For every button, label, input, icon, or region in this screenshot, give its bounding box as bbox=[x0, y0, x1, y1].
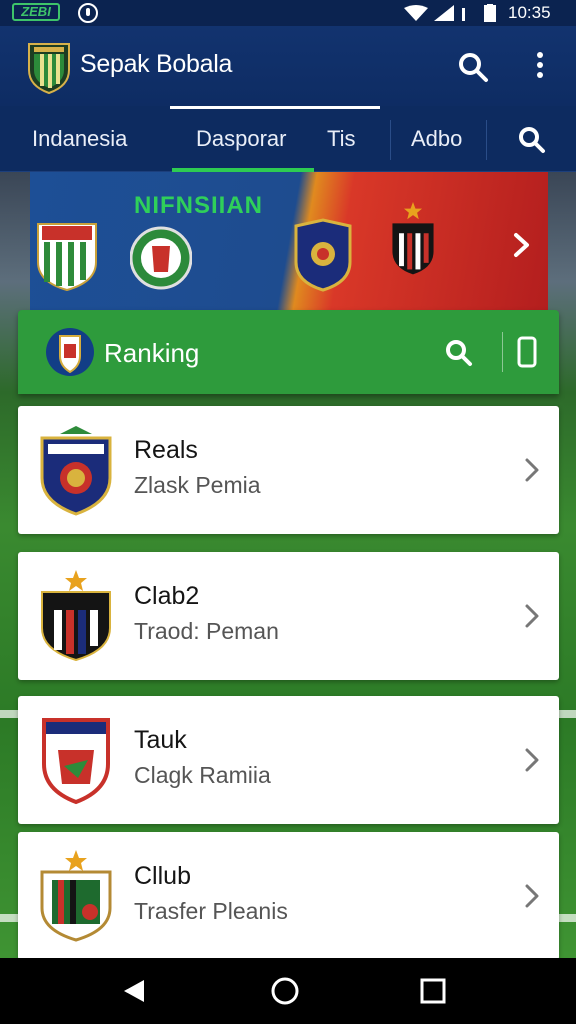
app-bar: Sepak Bobala bbox=[0, 26, 576, 106]
system-nav-bar bbox=[0, 958, 576, 1024]
notification-icon bbox=[78, 3, 98, 23]
club-crest-icon bbox=[37, 223, 97, 292]
club-name: Tauk bbox=[134, 726, 187, 754]
tab-adbo[interactable]: Adbo bbox=[411, 126, 462, 152]
list-item[interactable]: Tauk Clagk Ramiia bbox=[18, 696, 559, 824]
app-title: Sepak Bobala bbox=[80, 50, 233, 78]
club-logo-icon[interactable] bbox=[26, 40, 72, 94]
header-divider bbox=[502, 332, 503, 372]
tab-tis[interactable]: Tis bbox=[327, 126, 356, 152]
ranking-header: Ranking bbox=[18, 310, 559, 394]
club-subtitle: Traod: Peman bbox=[134, 618, 279, 644]
list-item[interactable]: Reals Zlask Pemia bbox=[18, 406, 559, 534]
back-icon[interactable] bbox=[118, 976, 148, 1006]
list-item[interactable]: Clab2 Traod: Peman bbox=[18, 552, 559, 680]
club-name: Clab2 bbox=[134, 582, 200, 610]
tab-dasporar[interactable]: Dasporar bbox=[196, 126, 286, 152]
chevron-right-icon bbox=[525, 748, 539, 772]
tab-indanesia[interactable]: Indanesia bbox=[32, 126, 127, 152]
club-crest-icon bbox=[392, 202, 434, 275]
club-crest-icon bbox=[130, 226, 192, 290]
club-crest-icon bbox=[40, 426, 112, 516]
tab-divider bbox=[390, 120, 391, 160]
club-crest-icon bbox=[40, 850, 112, 942]
banner-title: NIFNSIIAN bbox=[134, 192, 263, 219]
match-banner[interactable]: NIFNSIIAN bbox=[30, 172, 548, 310]
home-icon[interactable] bbox=[270, 976, 300, 1006]
tab-bar: Indanesia Dasporar Tis Adbo bbox=[0, 106, 576, 172]
search-icon[interactable] bbox=[516, 124, 546, 154]
recent-apps-icon[interactable] bbox=[418, 976, 448, 1006]
club-name: Cllub bbox=[134, 862, 191, 890]
chevron-right-icon[interactable] bbox=[510, 232, 534, 258]
club-subtitle: Trasfer Pleanis bbox=[134, 898, 288, 924]
chevron-right-icon bbox=[525, 884, 539, 908]
more-vertical-icon[interactable] bbox=[532, 48, 548, 84]
search-icon[interactable] bbox=[456, 50, 490, 84]
list-item[interactable]: Cllub Trasfer Pleanis bbox=[18, 832, 559, 960]
club-subtitle: Clagk Ramiia bbox=[134, 762, 271, 788]
status-time: 10:35 bbox=[508, 3, 551, 22]
club-crest-icon bbox=[294, 218, 352, 292]
ranking-logo-icon bbox=[46, 328, 94, 376]
status-badge: ZEBI bbox=[12, 3, 60, 21]
club-crest-icon bbox=[41, 570, 111, 662]
status-bar: ZEBI 10:35 bbox=[0, 0, 576, 26]
chevron-right-icon bbox=[525, 604, 539, 628]
signal-wifi-battery-icon bbox=[404, 4, 496, 22]
club-subtitle: Zlask Pemia bbox=[134, 472, 261, 498]
chevron-right-icon bbox=[525, 458, 539, 482]
club-name: Reals bbox=[134, 436, 198, 464]
club-crest-icon bbox=[42, 718, 110, 805]
search-icon[interactable] bbox=[444, 338, 474, 368]
tab-divider bbox=[486, 120, 487, 160]
phone-icon[interactable] bbox=[512, 336, 542, 368]
tab-underline-top bbox=[170, 106, 380, 109]
ranking-title: Ranking bbox=[104, 338, 200, 368]
